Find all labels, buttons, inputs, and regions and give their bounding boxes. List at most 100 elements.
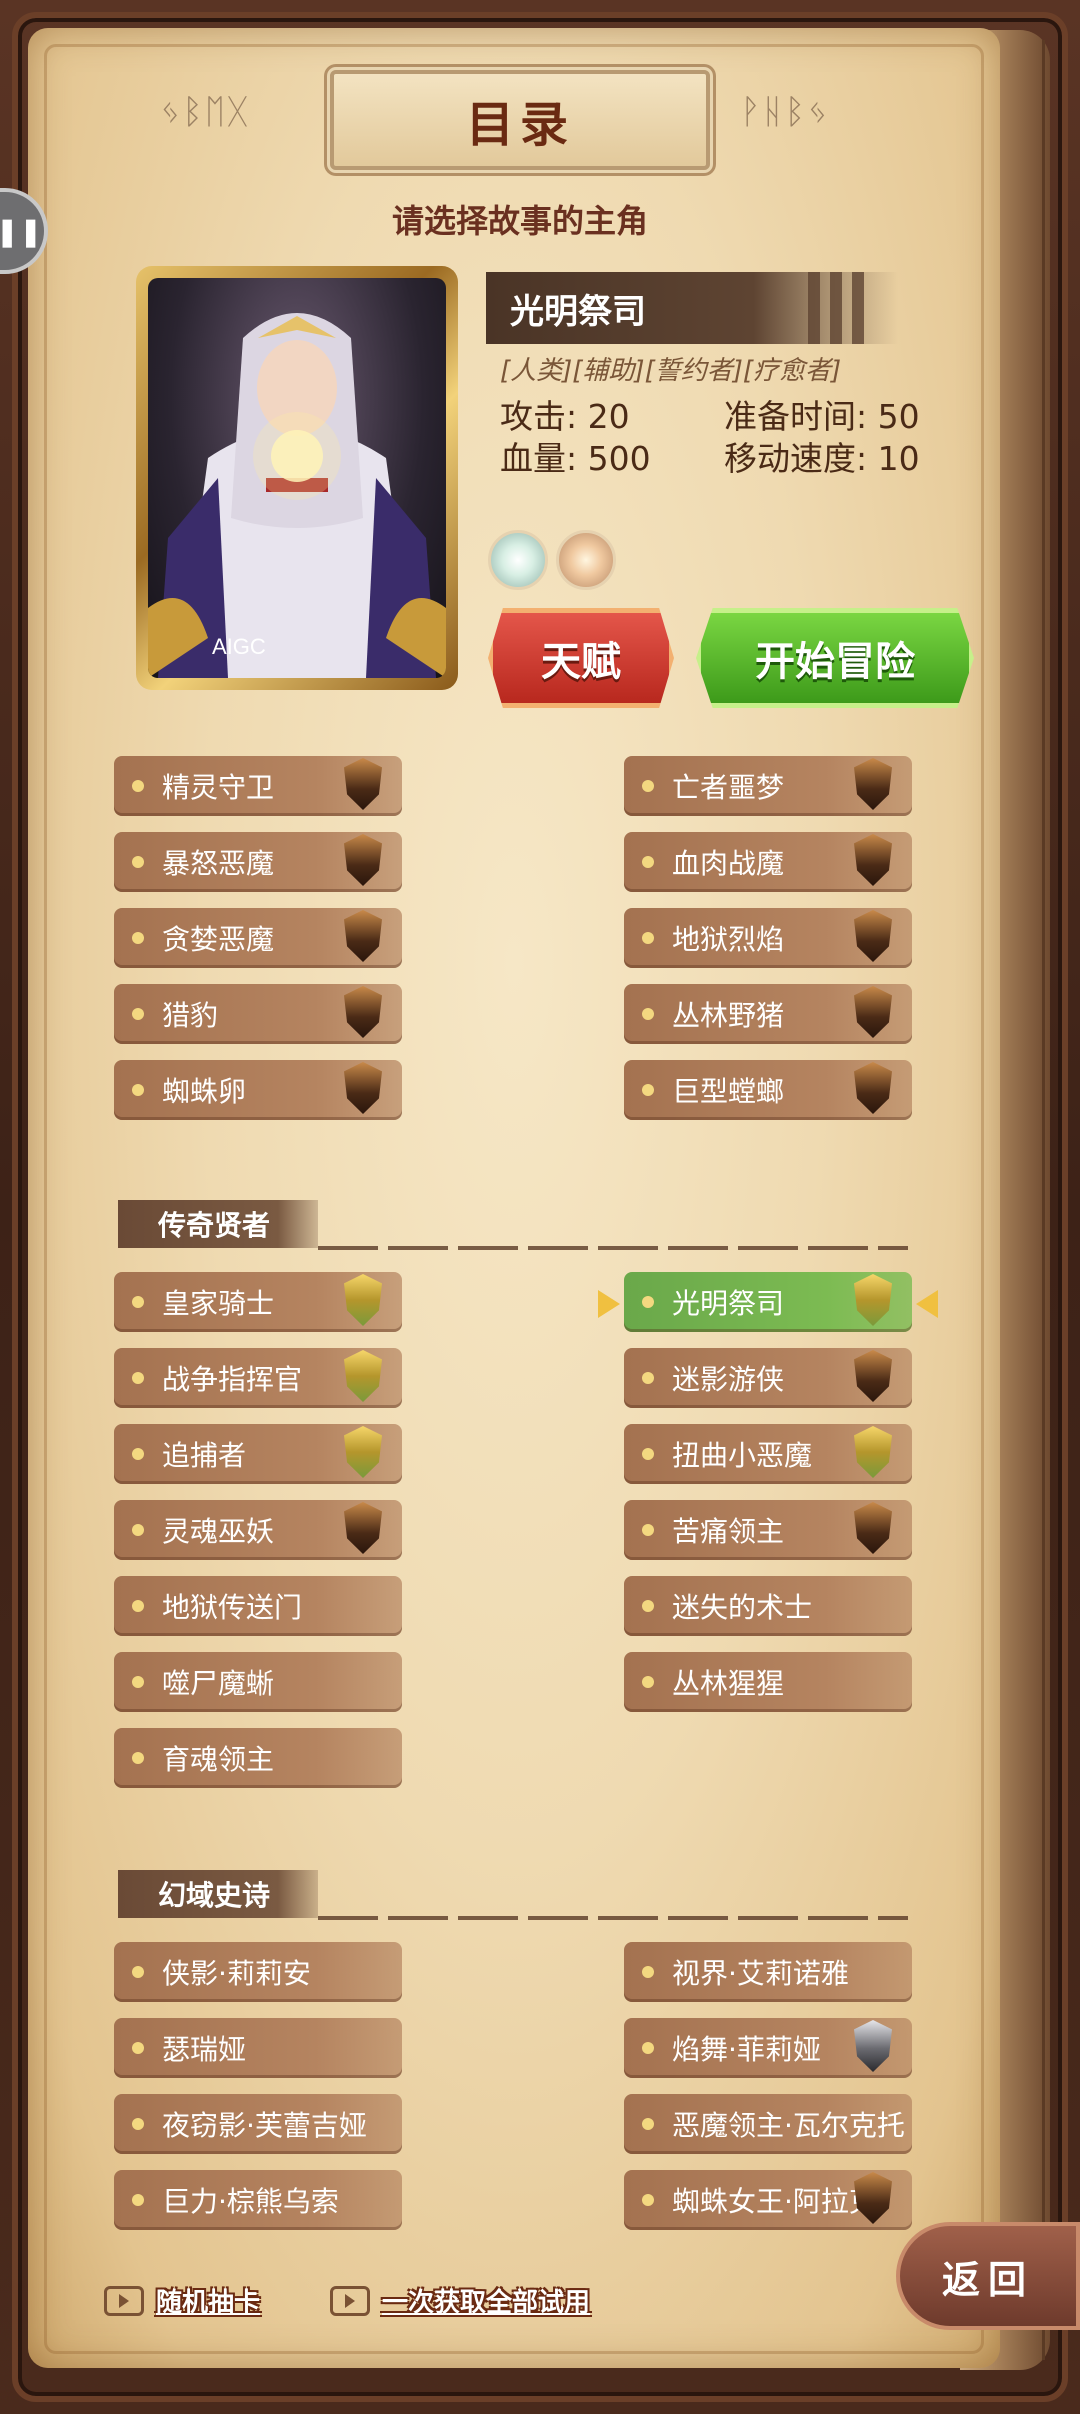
- hero-item[interactable]: 血肉战魔: [624, 832, 912, 892]
- start-adventure-button[interactable]: 开始冒险: [696, 608, 974, 708]
- hero-item[interactable]: 育魂领主: [114, 1728, 402, 1788]
- hero-item-label: 暴怒恶魔: [162, 847, 275, 880]
- hero-item[interactable]: 巨型螳螂: [624, 1060, 912, 1120]
- hero-item[interactable]: 恶魔领主·瓦尔克托: [624, 2094, 912, 2154]
- hero-item-label: 丛林猩猩: [672, 1667, 785, 1700]
- hero-item-label: 瑟瑞娅: [162, 2033, 247, 2066]
- hero-item[interactable]: 蜘蛛女王·阿拉克: [624, 2170, 912, 2230]
- shield-icon: [854, 834, 892, 886]
- banner-stripes: [808, 272, 864, 344]
- return-button[interactable]: 返回: [896, 2222, 1080, 2330]
- hero-item-label: 贪婪恶魔: [162, 923, 275, 956]
- hero-item[interactable]: 迷影游侠: [624, 1348, 912, 1408]
- stat-attack: 攻击: 20: [500, 397, 630, 436]
- hero-item[interactable]: 战争指挥官: [114, 1348, 402, 1408]
- start-adventure-label: 开始冒险: [755, 639, 915, 685]
- hero-item[interactable]: 丛林猩猩: [624, 1652, 912, 1712]
- stat-prep-time: 准备时间: 50: [724, 397, 920, 436]
- skill-orb-radiance[interactable]: [556, 530, 616, 590]
- hero-item[interactable]: 暴怒恶魔: [114, 832, 402, 892]
- hero-item[interactable]: 迷失的术士: [624, 1576, 912, 1636]
- section-divider: [318, 1246, 908, 1250]
- hero-item-label: 蜘蛛卵: [162, 1075, 247, 1108]
- hero-item[interactable]: 猎豹: [114, 984, 402, 1044]
- hero-item[interactable]: 苦痛领主: [624, 1500, 912, 1560]
- stat-move-speed: 移动速度: 10: [724, 439, 920, 478]
- hero-item[interactable]: 丛林野猪: [624, 984, 912, 1044]
- shield-icon: [344, 1502, 382, 1554]
- hero-item[interactable]: 视界·艾莉诺雅: [624, 1942, 912, 2002]
- hero-item[interactable]: 侠影·莉莉安: [114, 1942, 402, 2002]
- hero-item-label: 光明祭司: [672, 1287, 785, 1320]
- hero-item-label: 猎豹: [162, 999, 219, 1032]
- stat-hp: 血量: 500: [500, 439, 651, 478]
- return-button-label: 返回: [941, 2257, 1034, 2302]
- hero-item-label: 血肉战魔: [672, 847, 785, 880]
- talent-button[interactable]: 天赋: [488, 608, 674, 708]
- hero-item[interactable]: 扭曲小恶魔: [624, 1424, 912, 1484]
- get-all-trial-link[interactable]: 一次获取全部试用: [330, 2282, 590, 2319]
- hero-item[interactable]: 精灵守卫: [114, 756, 402, 816]
- hero-item[interactable]: 夜窃影·芙蕾吉娅: [114, 2094, 402, 2154]
- hero-item[interactable]: 焰舞·菲莉娅: [624, 2018, 912, 2078]
- section-header-fantasy: 幻域史诗: [118, 1870, 318, 1918]
- hero-item-selected[interactable]: 光明祭司: [624, 1272, 912, 1332]
- hero-portrait: AIGC: [148, 278, 446, 678]
- hero-item-label: 亡者噩梦: [672, 771, 785, 804]
- hero-item-label: 灵魂巫妖: [162, 1515, 275, 1548]
- hero-item-label: 焰舞·菲莉娅: [672, 2033, 821, 2066]
- skill-orb-light[interactable]: [488, 530, 548, 590]
- section-title: 传奇贤者: [158, 1209, 271, 1242]
- section-title: 幻域史诗: [158, 1879, 271, 1912]
- hero-item-label: 扭曲小恶魔: [672, 1439, 813, 1472]
- shield-icon: [344, 1274, 382, 1326]
- shield-icon: [854, 986, 892, 1038]
- hero-item-label: 迷影游侠: [672, 1363, 785, 1396]
- shield-icon: [854, 1350, 892, 1402]
- hero-item[interactable]: 地狱传送门: [114, 1576, 402, 1636]
- hero-portrait-frame: AIGC: [136, 266, 458, 690]
- hero-item[interactable]: 巨力·棕熊乌索: [114, 2170, 402, 2230]
- section-header-legend: 传奇贤者: [118, 1200, 318, 1248]
- hero-item[interactable]: 亡者噩梦: [624, 756, 912, 816]
- random-draw-link[interactable]: 随机抽卡: [104, 2282, 260, 2319]
- hero-item-label: 夜窃影·芙蕾吉娅: [162, 2109, 367, 2142]
- hero-tags: [人类][辅助][誓约者][疗愈者]: [500, 356, 842, 386]
- get-all-trial-label: 一次获取全部试用: [382, 2288, 591, 2318]
- hero-item[interactable]: 瑟瑞娅: [114, 2018, 402, 2078]
- section-divider: [318, 1916, 908, 1920]
- hero-item-label: 巨力·棕熊乌索: [162, 2185, 339, 2218]
- shield-icon: [344, 910, 382, 962]
- hero-name: 光明祭司: [510, 291, 646, 332]
- shield-icon: [854, 1502, 892, 1554]
- hero-item-label: 侠影·莉莉安: [162, 1957, 311, 1990]
- title-plate: 目录: [330, 70, 710, 170]
- hero-item-label: 地狱烈焰: [672, 923, 785, 956]
- hero-item-label: 巨型螳螂: [672, 1075, 785, 1108]
- hero-item[interactable]: 地狱烈焰: [624, 908, 912, 968]
- hero-item-label: 苦痛领主: [672, 1515, 785, 1548]
- shield-icon: [344, 1062, 382, 1114]
- shield-icon: [344, 758, 382, 810]
- shield-icon: [854, 2020, 892, 2072]
- shield-icon: [854, 1426, 892, 1478]
- hero-item[interactable]: 灵魂巫妖: [114, 1500, 402, 1560]
- shield-icon: [344, 834, 382, 886]
- priestess-illustration: [148, 313, 446, 678]
- shield-icon: [344, 1426, 382, 1478]
- hero-item-label: 追捕者: [162, 1439, 247, 1472]
- hero-item[interactable]: 皇家骑士: [114, 1272, 402, 1332]
- shield-icon: [854, 910, 892, 962]
- hero-item-label: 丛林野猪: [672, 999, 785, 1032]
- selection-arrow-right-icon: [916, 1290, 938, 1318]
- aigc-watermark: AIGC: [212, 634, 266, 659]
- hero-item-label: 蜘蛛女王·阿拉克: [672, 2185, 877, 2218]
- hero-item[interactable]: 贪婪恶魔: [114, 908, 402, 968]
- video-icon: [330, 2285, 370, 2316]
- hero-item[interactable]: 噬尸魔蜥: [114, 1652, 402, 1712]
- hero-name-banner: 光明祭司: [486, 272, 898, 344]
- video-icon: [104, 2285, 144, 2316]
- hero-item[interactable]: 追捕者: [114, 1424, 402, 1484]
- hero-item[interactable]: 蜘蛛卵: [114, 1060, 402, 1120]
- hero-item-label: 恶魔领主·瓦尔克托: [672, 2109, 905, 2142]
